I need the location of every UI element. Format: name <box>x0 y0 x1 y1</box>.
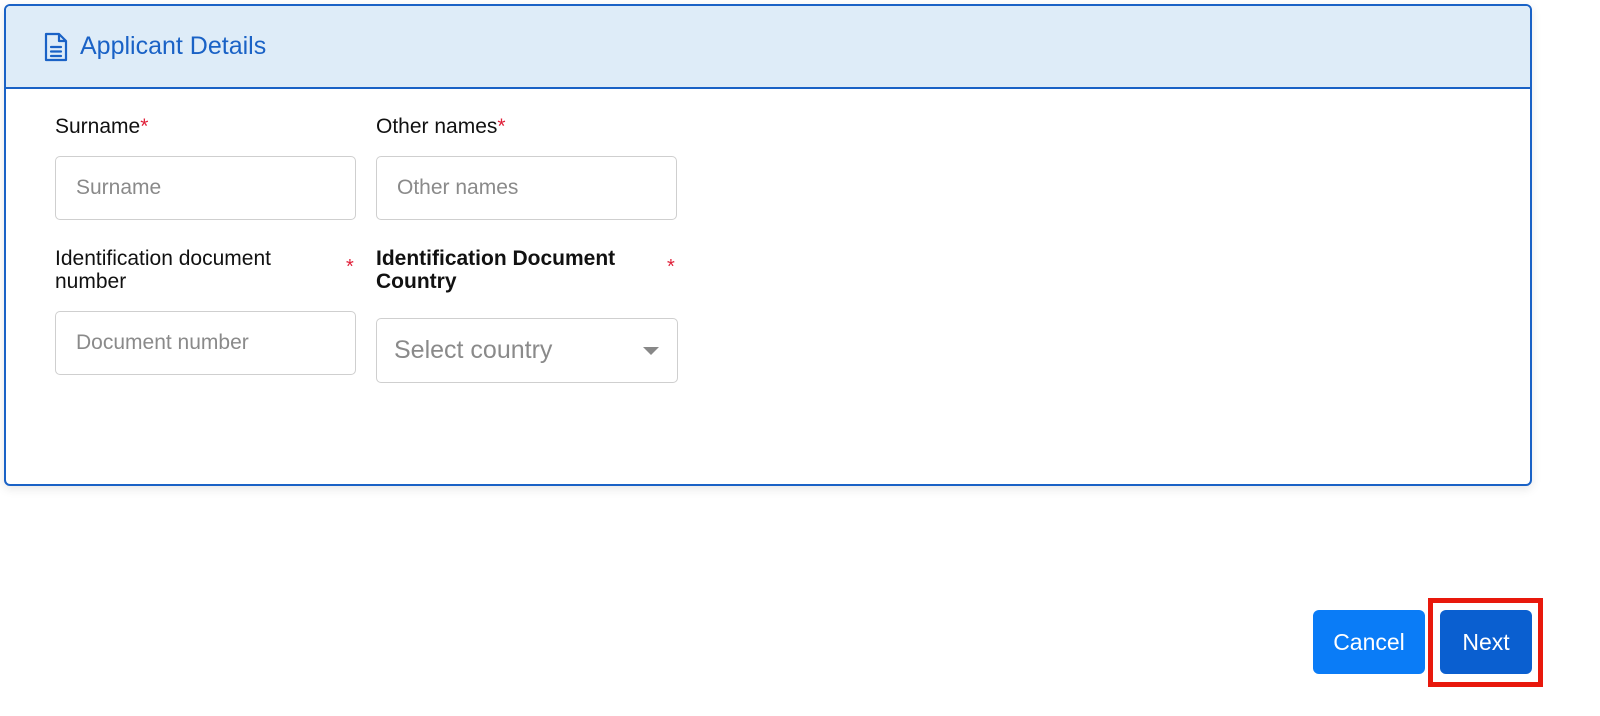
other-names-input[interactable] <box>376 156 677 220</box>
document-number-input[interactable] <box>55 311 356 375</box>
card-header: Applicant Details <box>6 6 1530 89</box>
document-icon <box>42 31 70 63</box>
id-doc-number-label-line1: Identification document <box>55 247 271 270</box>
country-select-value: Select country <box>394 336 553 364</box>
caret-down-icon <box>643 347 659 355</box>
next-button[interactable]: Next <box>1440 610 1532 674</box>
surname-input[interactable] <box>55 156 356 220</box>
cancel-button[interactable]: Cancel <box>1313 610 1425 674</box>
id-doc-country-label: Identification Document Country <box>376 247 615 293</box>
surname-required-mark: * <box>140 115 149 138</box>
id-doc-country-required-mark: * <box>667 256 675 278</box>
id-doc-number-required-mark: * <box>346 256 354 278</box>
id-doc-number-label-line2: number <box>55 270 127 293</box>
id-doc-number-label: Identification document number <box>55 247 271 293</box>
country-select[interactable]: Select country <box>376 318 678 383</box>
other-names-label-text: Other names <box>376 115 498 138</box>
id-doc-country-label-line1: Identification Document <box>376 247 616 270</box>
card-title: Applicant Details <box>80 32 267 60</box>
other-names-required-mark: * <box>497 115 506 138</box>
id-doc-country-label-line2: Country <box>376 270 457 293</box>
surname-label: Surname* <box>55 115 148 138</box>
surname-label-text: Surname <box>55 115 141 138</box>
other-names-label: Other names* <box>376 115 506 138</box>
applicant-details-card: Applicant Details <box>4 4 1532 486</box>
